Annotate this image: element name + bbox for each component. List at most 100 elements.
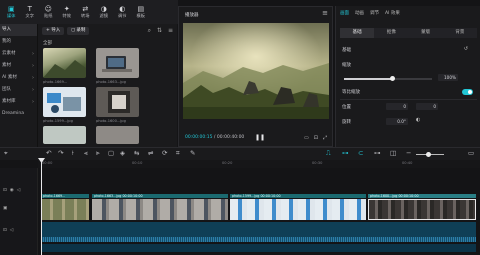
property-subtab[interactable]: 蒙版 — [409, 28, 443, 38]
sidebar-item[interactable]: Dreamina — [0, 108, 37, 120]
zoom-out-icon[interactable]: − — [406, 149, 411, 157]
ratio-icon[interactable]: ⊡ — [314, 135, 318, 141]
media-thumb[interactable] — [96, 48, 139, 78]
crop-icon[interactable]: ⌗ — [176, 149, 180, 158]
sort-icon[interactable]: ⇅ — [157, 27, 162, 35]
visibility-icon[interactable]: ◉ — [10, 188, 14, 193]
property-tab[interactable]: 动画 — [355, 10, 364, 16]
scale-slider-knob[interactable] — [390, 76, 396, 81]
zoom-slider-knob[interactable] — [426, 152, 431, 157]
clip-frames[interactable] — [92, 199, 228, 220]
clip-label[interactable]: photo-1669... — [41, 194, 89, 198]
filter-icon: ◑ — [100, 5, 107, 13]
scale-label: 缩放 — [342, 63, 351, 68]
property-subtab[interactable]: 抠像 — [374, 28, 408, 38]
preview-viewport[interactable] — [183, 23, 329, 119]
media-thumb[interactable] — [43, 87, 86, 117]
audio-icon[interactable]: ◁ — [10, 228, 13, 233]
clip-frames-selected[interactable] — [368, 199, 476, 220]
magnet-icon[interactable]: ⊂ — [358, 149, 363, 157]
playhead[interactable] — [41, 158, 42, 255]
toolbar-sticker-button[interactable]: ☺ 贴纸 — [39, 0, 58, 24]
time-ruler[interactable]: 00:00 00:10 00:20 00:30 00:40 — [38, 160, 480, 168]
preview-axis-icon[interactable]: ⊶ — [374, 149, 381, 157]
media-thumb[interactable] — [96, 126, 139, 144]
import-button[interactable]: + 导入 — [42, 27, 65, 35]
mute-icon[interactable]: ◁ — [17, 188, 20, 193]
toolbar-transition-button[interactable]: ⇄ 转场 — [76, 0, 95, 24]
media-thumb[interactable] — [96, 87, 139, 117]
sidebar-item[interactable]: 素材库 › — [0, 96, 37, 108]
timeline-toolbar: ⌖ ↶ ↷ ⟊ ⫷ ⫸ ▢ ◈ ⇆ ⇌ ⟳ ⌗ ✎ ⎍ ⊶ ⊂ ⊶ ◫ − ▭ — [0, 147, 480, 160]
rotate-icon[interactable]: ⟳ — [162, 149, 167, 157]
lock-icon[interactable]: ⊡ — [3, 228, 7, 233]
toolbar-media-button[interactable]: ▣ 媒体 — [2, 0, 21, 24]
property-tab[interactable]: 调节 — [370, 10, 379, 16]
property-subtab[interactable]: 基础 — [340, 28, 375, 38]
caption-icon[interactable]: ◫ — [390, 149, 396, 157]
property-subtab[interactable]: 背景 — [443, 28, 477, 38]
section-title: 基础 — [342, 48, 351, 53]
scale-slider[interactable] — [344, 76, 432, 81]
audio-track[interactable] — [41, 222, 476, 242]
filter-icon[interactable]: ≡ — [168, 27, 173, 35]
sidebar-item[interactable]: 导入 — [0, 24, 37, 36]
mirror-icon[interactable]: ⇌ — [148, 149, 153, 157]
clip-label[interactable]: photo-1663...jpg 00:00:10:00 — [92, 194, 228, 198]
sidebar-item[interactable]: 素材 › — [0, 60, 37, 72]
lock-icon[interactable]: ⊡ — [3, 188, 7, 193]
undo-icon[interactable]: ↶ — [46, 149, 51, 157]
toolbar-adjust-button[interactable]: ◐ 调节 — [113, 0, 132, 24]
clip-label[interactable]: photo-1599...jpg 00:00:10:00 — [230, 194, 366, 198]
freeze-icon[interactable]: ◈ — [120, 149, 125, 157]
cover-icon[interactable]: ▣ — [3, 206, 7, 211]
thumb-image — [47, 93, 81, 113]
property-tab[interactable]: AI 效果 — [385, 10, 400, 16]
ai-icon[interactable]: ✎ — [190, 149, 195, 157]
property-tab[interactable]: 画面 — [340, 10, 349, 16]
sidebar-item[interactable]: 我的 — [0, 36, 37, 48]
toolbar-label: 媒体 — [7, 13, 16, 18]
fit-timeline-icon[interactable]: ▭ — [468, 149, 474, 157]
rotate-field[interactable]: 0.0° — [386, 118, 408, 125]
divider — [340, 99, 477, 100]
menu-icon[interactable]: ≡ — [322, 9, 328, 17]
fit-icon[interactable]: ▭ — [304, 135, 309, 141]
toolbar-text-button[interactable]: T 文字 — [21, 0, 40, 24]
redo-icon[interactable]: ↷ — [58, 149, 63, 157]
delete-icon[interactable]: ▢ — [108, 149, 114, 157]
split-icon[interactable]: ⟊ — [72, 149, 74, 158]
sidebar-item[interactable]: AI 素材 › — [0, 72, 37, 84]
sidebar-item[interactable]: 云素材 › — [0, 48, 37, 60]
toolbar-effects-button[interactable]: ✦ 特效 — [58, 0, 77, 24]
chevron-right-icon: › — [32, 87, 34, 93]
chevron-right-icon: › — [32, 63, 34, 69]
player-title: 播放器 — [185, 13, 199, 18]
toolbar-filter-button[interactable]: ◑ 滤镜 — [95, 0, 114, 24]
sidebar-item-label: 导入 — [2, 27, 11, 32]
rotate-dial-icon[interactable]: ◐ — [416, 117, 420, 123]
select-icon[interactable]: ⌖ — [4, 149, 8, 158]
scale-value[interactable]: 100% — [438, 74, 458, 81]
link-icon[interactable]: ⊶ — [342, 149, 349, 157]
clip-frames[interactable] — [230, 199, 366, 220]
fullscreen-icon[interactable]: ⤢ — [323, 135, 327, 141]
audio-track-2[interactable] — [41, 244, 476, 252]
position-x-field[interactable]: 0 — [386, 103, 408, 110]
search-icon[interactable]: ⌕ — [148, 27, 151, 35]
record-button[interactable]: ◻ 录制 — [67, 27, 90, 35]
toolbar-template-button[interactable]: ▤ 模板 — [132, 0, 151, 24]
media-thumb[interactable] — [43, 126, 86, 144]
reverse-icon[interactable]: ⇆ — [134, 149, 139, 157]
pause-button[interactable]: ❚❚ — [255, 134, 265, 141]
split-left-icon[interactable]: ⫷ — [84, 149, 88, 158]
position-y-field[interactable]: 0 — [416, 103, 438, 110]
clip-label[interactable]: photo-1600...jpg 00:00:10:00 — [368, 194, 476, 198]
media-thumb[interactable] — [43, 48, 86, 78]
record-audio-icon[interactable]: ⎍ — [326, 149, 331, 158]
reset-icon[interactable]: ↺ — [464, 46, 468, 52]
sidebar-item[interactable]: 团队 › — [0, 84, 37, 96]
clip-frames[interactable] — [41, 199, 89, 220]
split-right-icon[interactable]: ⫸ — [96, 149, 100, 158]
uniform-toggle[interactable] — [462, 89, 473, 95]
